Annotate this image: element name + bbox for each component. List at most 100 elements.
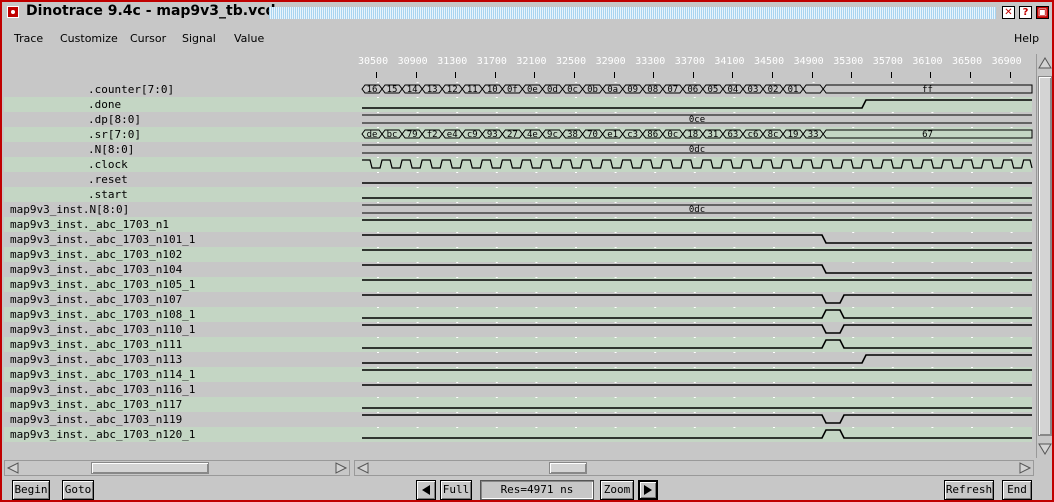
- bus-value: 27: [507, 130, 518, 140]
- menu-signal[interactable]: Signal: [182, 32, 216, 45]
- bus-value: 16: [367, 85, 378, 95]
- menu-help[interactable]: Help: [1014, 32, 1039, 45]
- title-bar-stripe: [269, 7, 996, 19]
- clock-waveform: [362, 159, 1033, 169]
- window-menu-icon[interactable]: [7, 6, 19, 18]
- bus-value: 0dc: [689, 145, 705, 155]
- time-tick-mark: [653, 72, 655, 78]
- restore-icon[interactable]: ▣: [1036, 6, 1049, 19]
- begin-button[interactable]: Begin: [12, 480, 50, 500]
- bus-value: 04: [728, 85, 739, 95]
- bus-value: 07: [667, 85, 678, 95]
- bit-waveform: [362, 309, 1032, 319]
- bit-waveform: [362, 354, 1032, 364]
- time-tick-label: 36900: [991, 56, 1022, 67]
- scroll-down-icon[interactable]: [1038, 442, 1052, 456]
- bus-value: c6: [748, 130, 759, 140]
- vertical-scrollbar[interactable]: [1036, 54, 1052, 458]
- bus-value: de: [367, 130, 378, 140]
- goto-button[interactable]: Goto: [62, 480, 94, 500]
- bus-value: 06: [687, 85, 698, 95]
- time-tick-mark: [494, 72, 496, 78]
- bus-value: 86: [647, 130, 658, 140]
- bus-value: 9c: [547, 130, 558, 140]
- time-tick-mark: [930, 72, 932, 78]
- bus-value: f2: [427, 130, 438, 140]
- bus-value: 0dc: [689, 205, 705, 215]
- left-arrow-icon: [422, 485, 430, 495]
- time-horizontal-scrollbar[interactable]: [354, 460, 1034, 476]
- time-tick-label: 32500: [556, 56, 587, 67]
- bus-value: 02: [768, 85, 779, 95]
- time-tick-label: 32900: [595, 56, 626, 67]
- dinotrace-window: Dinotrace 9.4c - map9v3_tb.vcd ✕ ? ▣ Tra…: [0, 0, 1054, 502]
- zoom-button[interactable]: Zoom: [600, 480, 634, 500]
- bus-value: c9: [467, 130, 478, 140]
- bit-waveform: [362, 429, 1032, 439]
- bus-value: 63: [728, 130, 739, 140]
- menu-cursor[interactable]: Cursor: [130, 32, 166, 45]
- time-scroll-right-icon[interactable]: [1018, 462, 1032, 474]
- time-scroll-left-icon[interactable]: [356, 462, 370, 474]
- bus-value: bc: [387, 130, 398, 140]
- time-tick-mark: [732, 72, 734, 78]
- trace-area[interactable]: 30500 30900 31300 31700 32100 32500 32900 33300…: [4, 52, 1034, 458]
- close-icon[interactable]: ✕: [1002, 6, 1015, 19]
- vertical-scroll-thumb[interactable]: [1038, 76, 1052, 436]
- bus-value: 0c: [667, 130, 678, 140]
- waveform-canvas[interactable]: 16 15 14 13 12 11 10 0f 0e 0d 0c 0b 0a 09 08 07 06 05 04 03…: [4, 82, 1034, 442]
- bus-value: 0e: [527, 85, 538, 95]
- bus-value: 70: [587, 130, 598, 140]
- time-tick-label: 33700: [674, 56, 705, 67]
- refresh-button[interactable]: Refresh: [944, 480, 994, 500]
- time-tick-mark: [1009, 72, 1011, 78]
- bit-waveform: [362, 99, 1032, 109]
- menu-bar: Trace Customize Cursor Signal Value Help: [2, 28, 1052, 50]
- bus-value: 15: [387, 85, 398, 95]
- time-tick-mark: [851, 72, 853, 78]
- pan-left-button[interactable]: [416, 480, 436, 500]
- full-button[interactable]: Full: [440, 480, 472, 500]
- bus-value: 38: [567, 130, 578, 140]
- bit-waveform: [362, 414, 1032, 424]
- bus-value: 08: [647, 85, 658, 95]
- pan-right-button[interactable]: [638, 480, 658, 500]
- bus-value: 31: [707, 130, 718, 140]
- time-tick-label: 34900: [793, 56, 824, 67]
- time-tick-mark: [970, 72, 971, 78]
- bit-waveform: [362, 234, 1032, 244]
- time-tick-mark: [613, 72, 615, 78]
- bus-value: 0d: [547, 85, 558, 95]
- menu-trace[interactable]: Trace: [14, 32, 43, 45]
- scroll-right-icon[interactable]: [334, 462, 348, 474]
- time-ruler[interactable]: 30500 30900 31300 31700 32100 32500 32900 33300…: [358, 54, 1032, 78]
- time-tick-mark: [574, 72, 575, 78]
- bus-value: 14: [407, 85, 418, 95]
- time-tick-label: 34100: [714, 56, 745, 67]
- signal-horizontal-scrollbar[interactable]: [4, 460, 350, 476]
- bus-value: 12: [447, 85, 458, 95]
- scroll-left-icon[interactable]: [6, 462, 20, 474]
- menu-customize[interactable]: Customize: [60, 32, 118, 45]
- time-tick-mark: [772, 72, 773, 78]
- bus-value: 05: [707, 85, 718, 95]
- signal-scroll-thumb[interactable]: [91, 462, 209, 474]
- end-button[interactable]: End: [1002, 480, 1032, 500]
- bus-value: ff: [922, 85, 933, 95]
- time-scroll-thumb[interactable]: [549, 462, 587, 474]
- time-tick-label: 35300: [833, 56, 864, 67]
- title-bar[interactable]: Dinotrace 9.4c - map9v3_tb.vcd ✕ ? ▣: [2, 2, 1052, 24]
- menu-value[interactable]: Value: [234, 32, 264, 45]
- scroll-up-icon[interactable]: [1038, 56, 1052, 70]
- time-tick-label: 34500: [754, 56, 785, 67]
- window-title: Dinotrace 9.4c - map9v3_tb.vcd: [26, 3, 276, 19]
- help-icon[interactable]: ?: [1019, 6, 1032, 19]
- resolution-field[interactable]: Res=4971 ns: [480, 480, 594, 500]
- right-arrow-icon: [644, 485, 652, 495]
- time-tick-label: 30900: [397, 56, 428, 67]
- time-tick-label: 31300: [437, 56, 468, 67]
- bit-waveform: [362, 324, 1032, 334]
- bus-value: 19: [788, 130, 799, 140]
- bus-value: 10: [487, 85, 498, 95]
- time-tick-label: 35700: [872, 56, 903, 67]
